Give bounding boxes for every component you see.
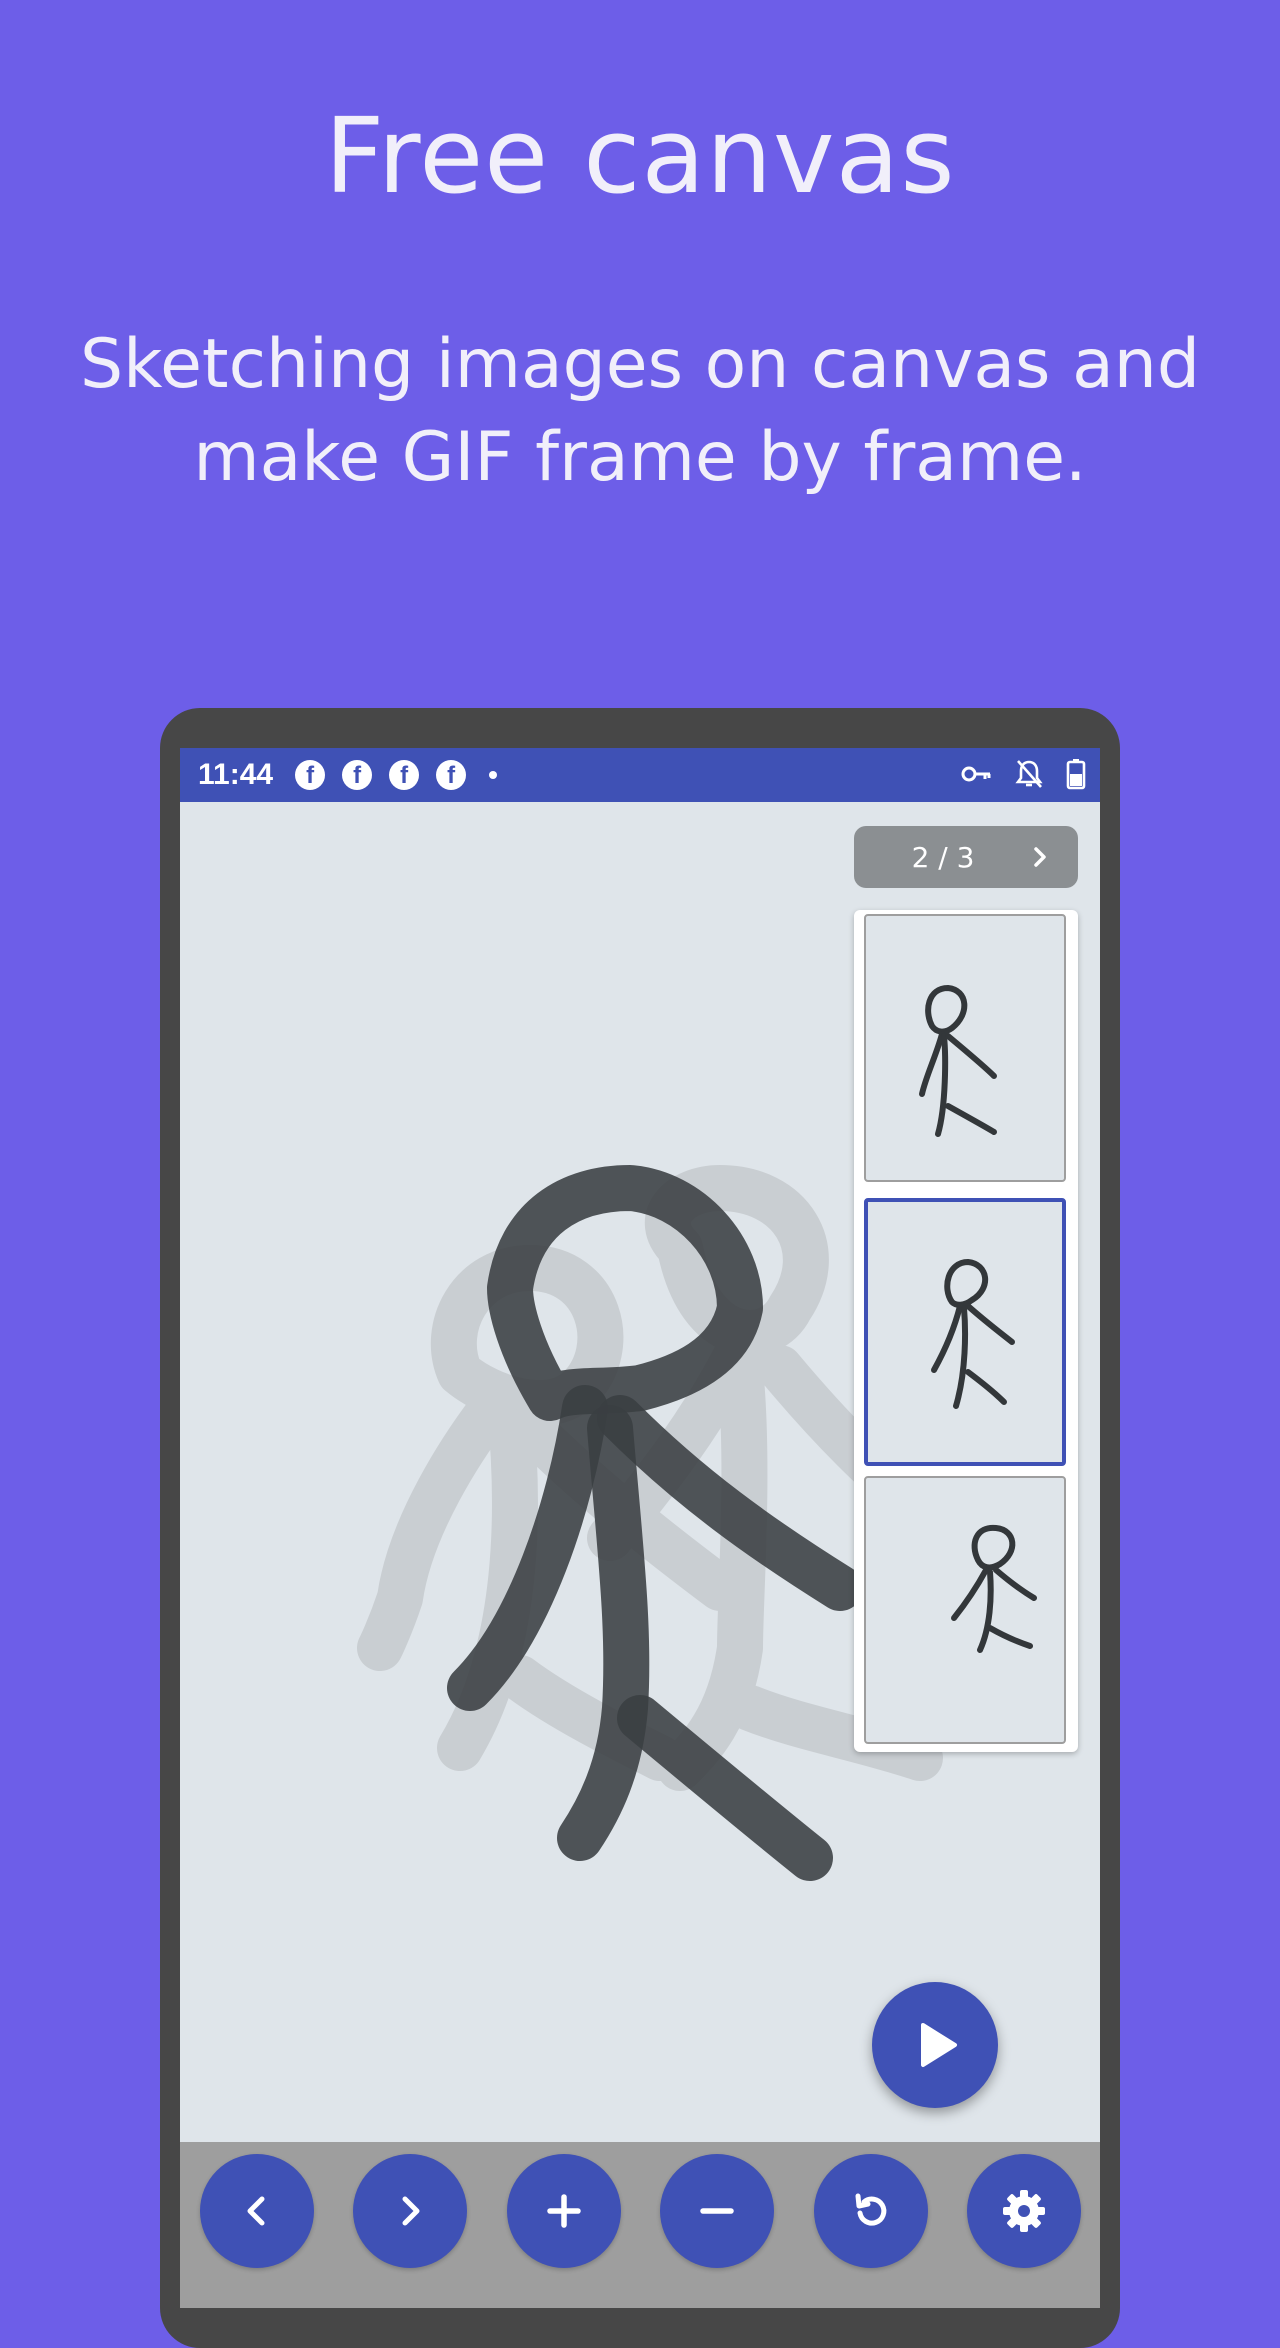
more-notifications-dot [489,771,498,779]
frame-counter: 2 / 3 [911,840,975,874]
bottom-toolbar [180,2142,1100,2308]
frame-pager[interactable]: 2 / 3 [854,826,1078,888]
stick-figure-thumbnail [951,1524,1037,1653]
undo-icon [855,2193,887,2226]
plus-icon [547,2194,581,2228]
settings-icon [1003,2190,1045,2232]
minus-icon [700,2208,734,2214]
app-screen: 11:44 f f f f 2 / 3 [180,748,1100,2308]
play-icon [921,2023,957,2067]
frame-thumbnail-1[interactable] [864,914,1066,1182]
stick-figure-thumbnail [931,1259,1015,1409]
status-bar: 11:44 f f f f [180,748,1100,802]
play-button[interactable] [872,1982,998,2108]
chevron-right-icon [402,2196,420,2226]
chevron-right-icon[interactable] [1024,841,1056,873]
next-frame-button[interactable] [353,2154,467,2268]
facebook-icon: f [295,760,326,790]
facebook-icon: f [342,760,373,790]
promo-subtitle: Sketching images on canvas and make GIF … [40,318,1240,504]
notifications-off-icon [1015,760,1043,788]
frame-list [854,910,1078,1752]
facebook-icon: f [436,760,467,790]
stick-figure-thumbnail [919,985,997,1137]
promo-subtitle-line-1: Sketching images on canvas and [79,325,1201,404]
vpn-key-icon [961,766,991,782]
notification-icons: f f f f [295,760,498,790]
facebook-icon: f [389,760,420,790]
promo-title: Free canvas [324,95,956,217]
chevron-left-icon [247,2196,265,2226]
add-frame-button[interactable] [507,2154,621,2268]
frame-thumbnail-3[interactable] [864,1476,1066,1744]
battery-icon [1066,759,1086,790]
frame-thumbnail-2[interactable] [864,1198,1066,1466]
promo-subtitle-line-2: make GIF frame by frame. [193,418,1087,497]
previous-frame-button[interactable] [200,2154,314,2268]
status-right-icons [960,758,1086,790]
status-time: 11:44 [198,758,274,791]
undo-button[interactable] [814,2154,928,2268]
remove-frame-button[interactable] [660,2154,774,2268]
settings-button[interactable] [967,2154,1081,2268]
